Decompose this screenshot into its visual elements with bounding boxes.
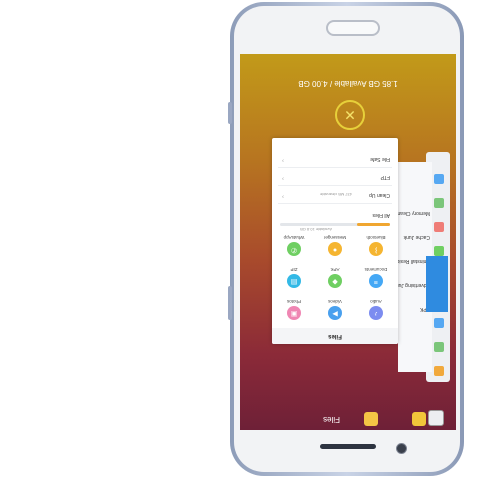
recent-apps-screen: APK Advertising Junk Uninstall Residues … <box>240 54 456 430</box>
category-photos[interactable]: ▣ Photos <box>274 294 314 320</box>
storage-bar <box>280 223 390 226</box>
power-button <box>228 286 232 320</box>
storage-label: All Files <box>372 212 390 218</box>
category-audio[interactable]: ♪ Audio <box>356 294 396 320</box>
files-app-card[interactable]: Files ♪ Audio ▶ Videos ▣ Photos ≡ Docume… <box>272 138 398 344</box>
category-videos[interactable]: ▶ Videos <box>315 294 355 320</box>
front-camera <box>396 443 407 454</box>
chevron-right-icon: › <box>282 193 284 199</box>
app-icon <box>434 222 444 232</box>
home-button[interactable] <box>326 20 380 36</box>
row-note: 437 MB cleanable <box>319 192 352 197</box>
bluetooth-icon: ᛒ <box>369 242 383 256</box>
app-icon <box>434 366 444 376</box>
storage-bar-fill <box>357 223 390 226</box>
background-app-banner <box>426 256 448 312</box>
app-icon <box>434 342 444 352</box>
play-icon: ▶ <box>328 306 342 320</box>
app-icon <box>434 198 444 208</box>
category-bluetooth[interactable]: ᛒ Bluetooth <box>356 230 396 256</box>
notification-icon[interactable] <box>412 412 426 426</box>
clear-all-button[interactable]: ✕ <box>335 100 365 130</box>
rotated-content: APK Advertising Junk Uninstall Residues … <box>240 54 456 430</box>
chevron-right-icon: › <box>282 157 284 163</box>
image-icon: ▣ <box>287 306 301 320</box>
memory-status: 1.85 GB Available / 4.00 GB <box>298 79 398 88</box>
category-whatsapp[interactable]: ✆ WhatsApp <box>274 230 314 256</box>
phone-icon: ✆ <box>287 242 301 256</box>
archive-icon: ▤ <box>287 274 301 288</box>
volume-button <box>228 102 232 124</box>
app-icon <box>434 246 444 256</box>
earpiece-speaker <box>320 444 376 449</box>
row-label: Clean Up <box>369 192 390 198</box>
category-apk[interactable]: ◆ APK <box>315 262 355 288</box>
files-app-icon[interactable] <box>364 412 378 426</box>
music-icon: ♪ <box>369 306 383 320</box>
close-icon: ✕ <box>344 107 356 123</box>
document-icon: ≡ <box>369 274 383 288</box>
row-label: FTP <box>380 174 390 180</box>
row-file-safe[interactable]: File Safe › <box>278 149 392 168</box>
chevron-right-icon: › <box>282 175 284 181</box>
row-ftp[interactable]: FTP › <box>278 167 392 186</box>
row-label: File Safe <box>370 156 390 162</box>
storage-value: Available 10.8 GB <box>300 227 332 232</box>
app-icon <box>434 318 444 328</box>
card-title: Files <box>272 328 398 344</box>
category-messenger[interactable]: ● Messenger <box>315 230 355 256</box>
settings-icon[interactable] <box>428 410 444 426</box>
chat-icon: ● <box>328 242 342 256</box>
android-icon: ◆ <box>328 274 342 288</box>
app-label: Files <box>323 415 340 424</box>
category-zip[interactable]: ▤ ZIP <box>274 262 314 288</box>
app-icon <box>434 174 444 184</box>
row-clean-up[interactable]: Clean Up 437 MB cleanable › <box>278 185 392 204</box>
category-documents[interactable]: ≡ Documents <box>356 262 396 288</box>
